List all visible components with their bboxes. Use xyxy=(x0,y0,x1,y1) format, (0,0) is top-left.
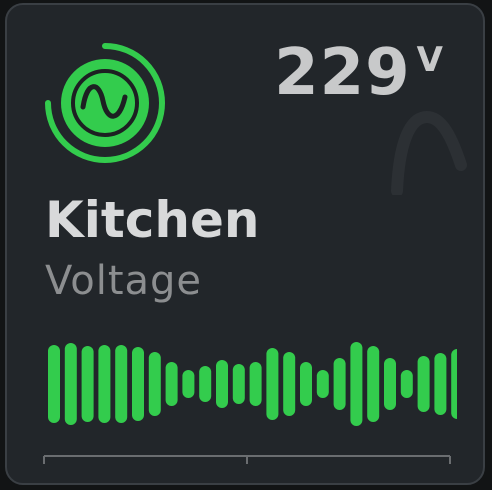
graph-bar xyxy=(350,342,363,426)
sensor-unit: V xyxy=(416,40,443,80)
graph-bar xyxy=(249,362,262,406)
graph-bar xyxy=(232,364,245,404)
graph-bar xyxy=(384,358,396,410)
graph-bar xyxy=(148,352,161,416)
entity-name: Kitchen xyxy=(45,191,260,249)
graph-bar xyxy=(199,366,212,402)
history-graph[interactable] xyxy=(37,310,457,470)
graph-bar xyxy=(115,345,128,423)
graph-bar xyxy=(333,358,346,410)
sensor-card[interactable]: 229 V Kitchen Voltage xyxy=(5,3,485,485)
graph-bar xyxy=(216,360,228,408)
graph-bar xyxy=(165,362,178,406)
graph-bar xyxy=(64,343,77,425)
graph-bar xyxy=(316,370,329,398)
graph-bar xyxy=(48,345,60,423)
background-wave-icon xyxy=(391,110,467,195)
graph-bar xyxy=(434,353,447,415)
graph-bar xyxy=(81,346,94,422)
value-display: 229 V xyxy=(274,41,443,105)
graph-bar xyxy=(417,356,430,412)
sine-wave-icon[interactable] xyxy=(43,41,167,165)
graph-bar xyxy=(400,370,413,398)
graph-bar xyxy=(266,348,279,420)
graph-bar xyxy=(451,349,457,419)
graph-bar xyxy=(283,352,296,416)
graph-bar xyxy=(98,345,111,423)
sensor-value: 229 xyxy=(274,36,411,110)
graph-bar xyxy=(182,370,195,398)
graph-bar xyxy=(367,346,380,422)
graph-bar xyxy=(300,362,312,406)
entity-subtitle: Voltage xyxy=(45,258,203,304)
graph-bar xyxy=(132,347,144,421)
